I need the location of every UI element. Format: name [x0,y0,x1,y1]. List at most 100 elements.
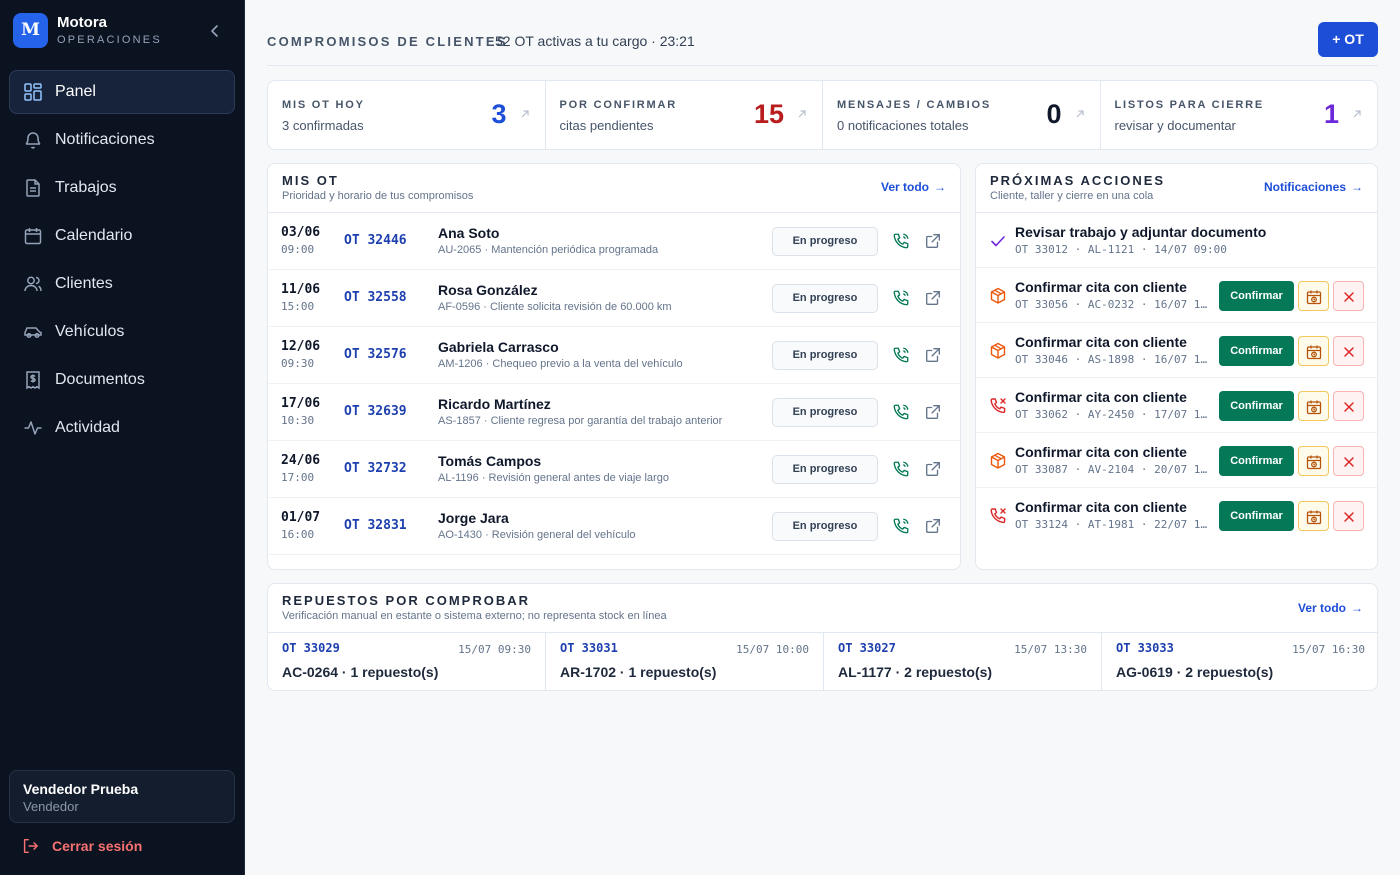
action-title: Confirmar cita con cliente [1015,334,1187,350]
grid-icon [24,83,42,101]
phone-icon[interactable] [892,517,910,535]
panel-title: PRÓXIMAS ACCIONES [990,173,1166,188]
status-dropdown[interactable]: En progreso [772,227,878,256]
page-title: COMPROMISOS DE CLIENTES [267,34,508,49]
confirm-button[interactable]: Confirmar [1219,391,1294,421]
ot-number-link[interactable]: OT 32576 [344,347,407,362]
external-link-icon[interactable] [924,346,942,364]
table-row[interactable]: 01/07 16:00 OT 32831 Jorge Jara AO-1430 · Re… [268,498,960,555]
panel-title: MIS OT [282,173,339,188]
sidebar-item-vehiculos[interactable]: Vehículos [9,310,235,354]
logout-button[interactable]: Cerrar sesión [21,836,201,858]
confirm-button[interactable]: Confirmar [1219,501,1294,531]
check-icon [989,232,1007,250]
stat-por-confirmar[interactable]: POR CONFIRMAR citas pendientes 15 [546,81,823,149]
sidebar-nav: Panel Notificaciones Trabajos Calendario… [9,70,235,454]
new-ot-button[interactable]: + OT [1318,22,1378,57]
external-link-icon[interactable] [924,517,942,535]
list-item[interactable]: Confirmar cita con cliente OT 33056 · AC-… [976,268,1377,323]
stat-mis-ot-hoy[interactable]: MIS OT HOY 3 confirmadas 3 [268,81,546,149]
cancel-button[interactable] [1333,336,1364,366]
reschedule-button[interactable] [1298,446,1329,476]
ot-number-link[interactable]: OT 32558 [344,290,407,305]
list-item[interactable]: Confirmar cita con cliente OT 33062 · AY-… [976,378,1377,433]
ot-description: AM-1206 · Chequeo previo a la venta del … [438,358,683,370]
phone-icon[interactable] [892,460,910,478]
status-dropdown[interactable]: En progreso [772,341,878,370]
confirm-button[interactable]: Confirmar [1219,446,1294,476]
user-card[interactable]: Vendedor Prueba Vendedor [9,770,235,823]
list-item[interactable]: Confirmar cita con cliente OT 33046 · AS-… [976,323,1377,378]
link-label: Ver todo [1297,601,1346,615]
sidebar-item-clientes[interactable]: Clientes [9,262,235,306]
ot-number-link[interactable]: OT 32831 [344,518,407,533]
external-link-icon[interactable] [924,289,942,307]
ot-description: AS-1857 · Cliente regresa por garantía d… [438,415,723,427]
phone-icon[interactable] [892,232,910,250]
ot-number-link[interactable]: OT 33031 [560,641,618,655]
cancel-button[interactable] [1333,391,1364,421]
status-dropdown[interactable]: En progreso [772,284,878,313]
status-dropdown[interactable]: En progreso [772,455,878,484]
ot-time: 10:30 [281,414,315,427]
ver-todo-link[interactable]: Ver todo → [881,180,946,194]
cancel-button[interactable] [1333,501,1364,531]
status-dropdown[interactable]: En progreso [772,398,878,427]
sidebar-item-panel[interactable]: Panel [9,70,235,114]
ot-number-link[interactable]: OT 32732 [344,461,407,476]
sidebar-item-notificaciones[interactable]: Notificaciones [9,118,235,162]
reschedule-button[interactable] [1298,501,1329,531]
ot-number-link[interactable]: OT 33027 [838,641,896,655]
ot-number-link[interactable]: OT 33033 [1116,641,1174,655]
sidebar-item-actividad[interactable]: Actividad [9,406,235,450]
cancel-button[interactable] [1333,281,1364,311]
repuesto-card[interactable]: OT 33029 15/07 09:30 AC-0264 · 1 repuesto(… [268,632,546,690]
repuesto-card[interactable]: OT 33033 15/07 16:30 AG-0619 · 2 repuesto(… [1102,632,1377,690]
sidebar-item-trabajos[interactable]: Trabajos [9,166,235,210]
list-item[interactable]: Confirmar cita con cliente OT 33124 · AT-… [976,488,1377,543]
external-link-icon[interactable] [924,403,942,421]
ver-todo-link[interactable]: Ver todo → [1298,601,1363,615]
stat-label: POR CONFIRMAR [559,99,678,111]
chevron-left-icon[interactable] [205,21,225,41]
status-dropdown[interactable]: En progreso [772,512,878,541]
phone-icon[interactable] [892,289,910,307]
repuesto-card[interactable]: OT 33031 15/07 10:00 AR-1702 · 1 repuesto(… [546,632,824,690]
ot-number-link[interactable]: OT 33029 [282,641,340,655]
table-row[interactable]: 03/06 09:00 OT 32446 Ana Soto AU-2065 · Mant… [268,213,960,270]
phone-icon[interactable] [892,403,910,421]
list-item[interactable]: Revisar trabajo y adjuntar documento OT 3… [976,213,1377,268]
ot-client: Ana Soto [438,225,500,241]
list-item[interactable]: Confirmar cita con cliente OT 33087 · AV-… [976,433,1377,488]
phone-icon[interactable] [892,346,910,364]
sidebar-item-calendario[interactable]: Calendario [9,214,235,258]
confirm-button[interactable]: Confirmar [1219,336,1294,366]
external-link-icon[interactable] [924,232,942,250]
reschedule-button[interactable] [1298,336,1329,366]
ot-time: 09:00 [281,243,315,256]
activity-icon [24,421,42,435]
action-meta: OT 33046 · AS-1898 · 16/07 11:00 [1015,353,1208,366]
ot-number-link[interactable]: OT 32446 [344,233,407,248]
phone-missed-icon [989,397,1007,415]
notificaciones-link[interactable]: Notificaciones → [1264,180,1363,194]
confirm-button[interactable]: Confirmar [1219,281,1294,311]
ot-number-link[interactable]: OT 32639 [344,404,407,419]
header-divider [267,65,1378,66]
sidebar-item-label: Panel [55,83,96,100]
reschedule-button[interactable] [1298,391,1329,421]
table-row[interactable]: 17/06 10:30 OT 32639 Ricardo Martínez AS-185… [268,384,960,441]
table-row[interactable]: 24/06 17:00 OT 32732 Tomás Campos AL-1196 · … [268,441,960,498]
stat-mensajes-cambios[interactable]: MENSAJES / CAMBIOS 0 notificaciones tota… [823,81,1101,149]
sidebar-item-documentos[interactable]: Documentos [9,358,235,402]
cancel-button[interactable] [1333,446,1364,476]
brand[interactable]: M Motora OPERACIONES [13,13,235,49]
repuestos-grid: OT 33029 15/07 09:30 AC-0264 · 1 repuesto(… [268,632,1377,690]
repuesto-date: 15/07 13:30 [1014,643,1087,656]
table-row[interactable]: 12/06 09:30 OT 32576 Gabriela Carrasco AM-12… [268,327,960,384]
repuesto-card[interactable]: OT 33027 15/07 13:30 AL-1177 · 2 repuesto(… [824,632,1102,690]
reschedule-button[interactable] [1298,281,1329,311]
external-link-icon[interactable] [924,460,942,478]
table-row[interactable]: 11/06 15:00 OT 32558 Rosa González AF-0596 ·… [268,270,960,327]
stat-listos-cierre[interactable]: LISTOS PARA CIERRE revisar y documentar … [1101,81,1378,149]
